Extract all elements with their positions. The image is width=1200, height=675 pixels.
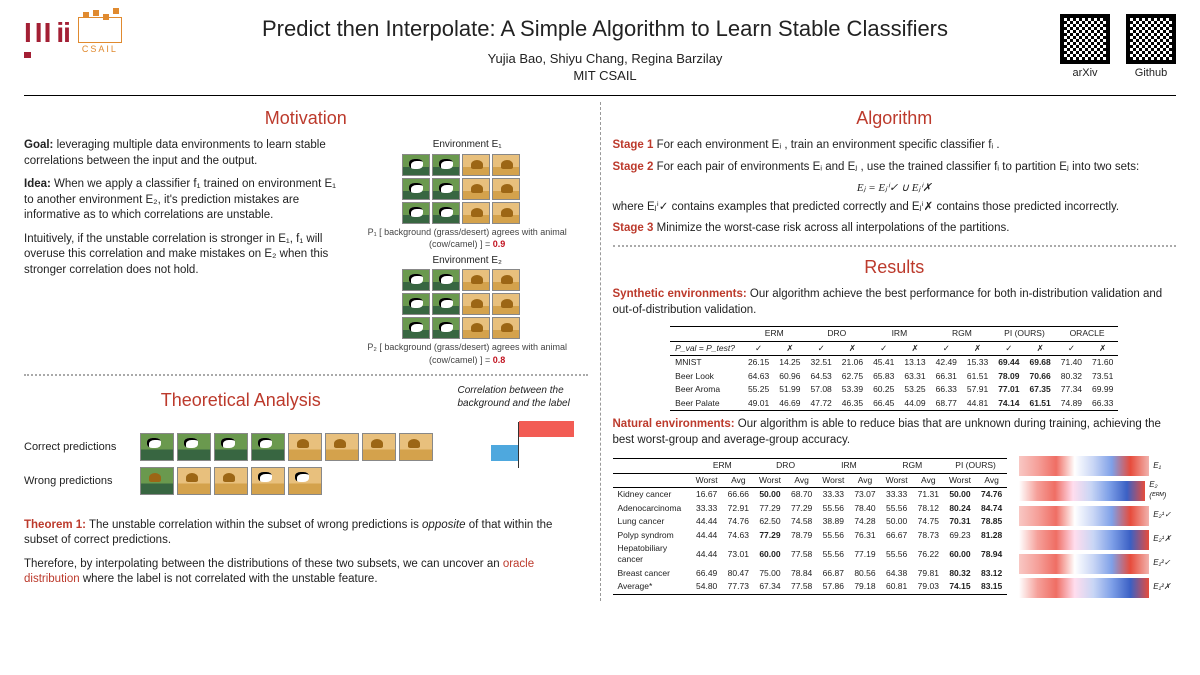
correct-row: Correct predictions (24, 433, 458, 461)
stage2-equation: Eⱼ = Eⱼⁱ✓ ∪ Eⱼⁱ✗ (613, 181, 1177, 196)
env1-label: Environment E₁ (347, 138, 588, 152)
authors: Yujia Bao, Shiyu Chang, Regina Barzilay (184, 50, 1026, 68)
wrong-label: Wrong predictions (24, 474, 134, 489)
bar-positive (519, 421, 574, 437)
heatmap-figure: E₁E₂ (ᴱᴿᴹ)E₂¹✓E₂¹✗E₁²✓E₁²✗ (1019, 456, 1176, 598)
right-column: Algorithm Stage 1 For each environment E… (613, 102, 1177, 601)
logos: IIIii CSAIL (24, 14, 184, 58)
stage2-text: For each pair of environments Eᵢ and Eⱼ … (653, 161, 1139, 173)
stage1-text: For each environment Eᵢ , train an envir… (653, 139, 999, 151)
theorem-text: The unstable correlation within the subs… (24, 519, 552, 547)
csail-logo: CSAIL (78, 17, 122, 55)
therefore-pre: Therefore, by interpolating between the … (24, 558, 503, 570)
mit-logo: IIIii (24, 14, 70, 58)
affiliation: MIT CSAIL (184, 67, 1026, 85)
results-heading: Results (613, 255, 1177, 279)
qr-icon (1126, 14, 1176, 64)
natural-table: ERMDROIRMRGMPI (OURS)WorstAvgWorstAvgWor… (613, 458, 1008, 595)
corr-caption: Correlation between the background and t… (458, 384, 588, 411)
p2-value: 0.8 (493, 355, 506, 365)
p1-value: 0.9 (493, 239, 506, 249)
algorithm-body: Stage 1 For each environment Eᵢ , train … (613, 138, 1177, 237)
qr-icon (1060, 14, 1110, 64)
motivation-text: Goal: leveraging multiple data environme… (24, 138, 337, 366)
section-divider (613, 245, 1177, 247)
qr-codes: arXiv Github (1026, 14, 1176, 81)
poster-title: Predict then Interpolate: A Simple Algor… (184, 14, 1026, 44)
idea-label: Idea: (24, 178, 51, 190)
idea-text: When we apply a classifier f₁ trained on… (24, 178, 336, 221)
wrong-row: Wrong predictions (24, 467, 458, 495)
therefore-post: where the label is not correlated with t… (80, 573, 378, 585)
column-divider (600, 102, 601, 601)
motivation-heading: Motivation (24, 106, 588, 130)
syn-label: Synthetic environments: (613, 288, 747, 300)
header-rule (24, 95, 1176, 96)
stage2-tail: where Eⱼⁱ✓ contains examples that predic… (613, 200, 1177, 216)
env2-grid (402, 269, 532, 339)
env2-label: Environment E₂ (347, 254, 588, 268)
goal-text: leveraging multiple data environments to… (24, 139, 326, 167)
qr-github[interactable]: Github (1126, 14, 1176, 81)
left-column: Motivation Goal: leveraging multiple dat… (24, 102, 588, 601)
algorithm-heading: Algorithm (613, 106, 1177, 130)
goal-label: Goal: (24, 139, 53, 151)
env1-grid (402, 154, 532, 224)
stage1-label: Stage 1 (613, 139, 654, 151)
stage2-label: Stage 2 (613, 161, 654, 173)
correlation-bars (468, 420, 588, 514)
p2-text: P₂ [ background (grass/desert) agrees wi… (367, 342, 567, 364)
poster-header: IIIii CSAIL Predict then Interpolate: A … (0, 0, 1200, 91)
bar-negative (491, 445, 519, 461)
motivation-figure: Environment E₁ P₁ [ background (grass/de… (347, 138, 588, 366)
nat-label: Natural environments: (613, 418, 735, 430)
intuition-text: Intuitively, if the unstable correlation… (24, 232, 337, 279)
stage3-label: Stage 3 (613, 222, 654, 234)
theorem-label: Theorem 1: (24, 519, 86, 531)
synthetic-table: ERMDROIRMRGMPI (OURS)ORACLEP_val = P_tes… (670, 326, 1118, 411)
title-block: Predict then Interpolate: A Simple Algor… (184, 14, 1026, 85)
qr-arxiv[interactable]: arXiv (1060, 14, 1110, 81)
p1-text: P₁ [ background (grass/desert) agrees wi… (368, 227, 567, 249)
section-divider (24, 374, 588, 376)
correct-label: Correct predictions (24, 440, 134, 455)
stage3-text: Minimize the worst-case risk across all … (653, 222, 1009, 234)
theory-heading: Theoretical Analysis (24, 388, 458, 412)
